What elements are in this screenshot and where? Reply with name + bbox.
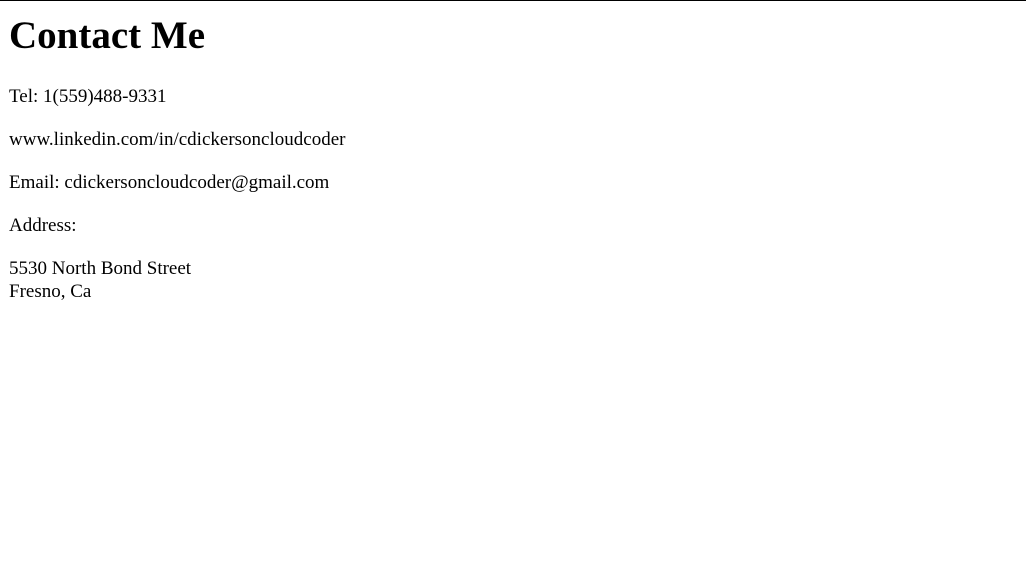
address-city: Fresno, Ca: [9, 281, 92, 302]
address-label: Address:: [9, 215, 77, 236]
top-divider: [0, 0, 1026, 1]
page-title: Contact Me: [9, 14, 206, 57]
telephone-text: Tel: 1(559)488-9331: [9, 86, 167, 107]
linkedin-text: www.linkedin.com/in/cdickersoncloudcoder: [9, 129, 346, 150]
email-text: Email: cdickersoncloudcoder@gmail.com: [9, 172, 330, 193]
address-street: 5530 North Bond Street: [9, 258, 192, 279]
